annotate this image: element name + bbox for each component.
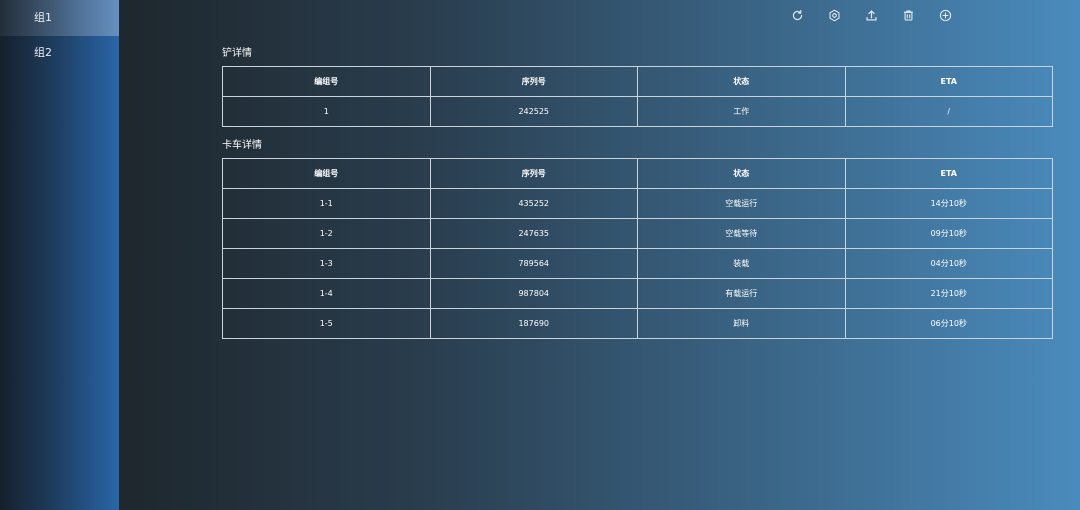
cell-group: 1-1 [222,188,431,219]
delete-icon [904,10,913,20]
cell-eta: 21分10秒 [844,278,1053,309]
cell-group: 1-2 [222,218,431,249]
table-row[interactable]: 1-4 987804 有载运行 21分10秒 [222,278,1053,309]
sidebar-item-label: 组2 [34,46,52,59]
sidebar-item-group-2[interactable]: 组2 [0,36,119,69]
settings-icon [829,9,840,21]
column-header-group: 编组号 [222,66,431,97]
cell-status: 空载运行 [637,188,846,219]
upload-icon [866,9,877,21]
cell-serial: 435252 [429,188,638,219]
cell-group: 1 [222,96,431,127]
cell-eta: 06分10秒 [844,308,1053,339]
cell-status: 有载运行 [637,278,846,309]
table-header-row: 编组号 序列号 状态 ETA [222,158,1053,189]
cell-status: 空载等待 [637,218,846,249]
table-header-row: 编组号 序列号 状态 ETA [222,66,1053,97]
column-header-serial: 序列号 [429,66,638,97]
truck-section-title: 卡车详情 [222,140,262,151]
cell-group: 1-4 [222,278,431,309]
cell-eta: 09分10秒 [844,218,1053,249]
column-header-eta: ETA [844,66,1053,97]
cell-eta: / [844,96,1053,127]
table-row[interactable]: 1 242525 工作 / [222,96,1053,127]
table-row[interactable]: 1-1 435252 空载运行 14分10秒 [222,188,1053,219]
column-header-serial: 序列号 [429,158,638,189]
truck-table: 编组号 序列号 状态 ETA 1-1 435252 空载运行 14分10秒 1-… [222,158,1053,339]
add-button[interactable] [936,6,955,24]
table-row[interactable]: 1-2 247635 空载等待 09分10秒 [222,218,1053,249]
cell-serial: 789564 [429,248,638,279]
cell-eta: 04分10秒 [844,248,1053,279]
toolbar [788,6,955,24]
cell-status: 装载 [637,248,846,279]
column-header-status: 状态 [637,66,846,97]
cell-serial: 247635 [429,218,638,249]
column-header-status: 状态 [637,158,846,189]
column-header-eta: ETA [844,158,1053,189]
cell-group: 1-3 [222,248,431,279]
cell-serial: 187690 [429,308,638,339]
settings-button[interactable] [825,6,844,24]
table-row[interactable]: 1-3 789564 装载 04分10秒 [222,248,1053,279]
sidebar: 组1 组2 [0,0,119,510]
upload-button[interactable] [862,6,881,24]
shovel-table: 编组号 序列号 状态 ETA 1 242525 工作 / [222,66,1053,127]
cell-status: 卸料 [637,308,846,339]
cell-group: 1-5 [222,308,431,339]
delete-button[interactable] [899,6,918,24]
add-icon [939,9,952,21]
shovel-section-title: 铲详情 [222,48,252,59]
table-row[interactable]: 1-5 187690 卸料 06分10秒 [222,308,1053,339]
cell-serial: 242525 [429,96,638,127]
sidebar-item-label: 组1 [34,11,52,24]
sidebar-item-group-1[interactable]: 组1 [0,0,119,36]
cell-eta: 14分10秒 [844,188,1053,219]
cell-status: 工作 [637,96,846,127]
cell-serial: 987804 [429,278,638,309]
refresh-button[interactable] [788,6,807,24]
column-header-group: 编组号 [222,158,431,189]
refresh-icon [792,9,803,20]
